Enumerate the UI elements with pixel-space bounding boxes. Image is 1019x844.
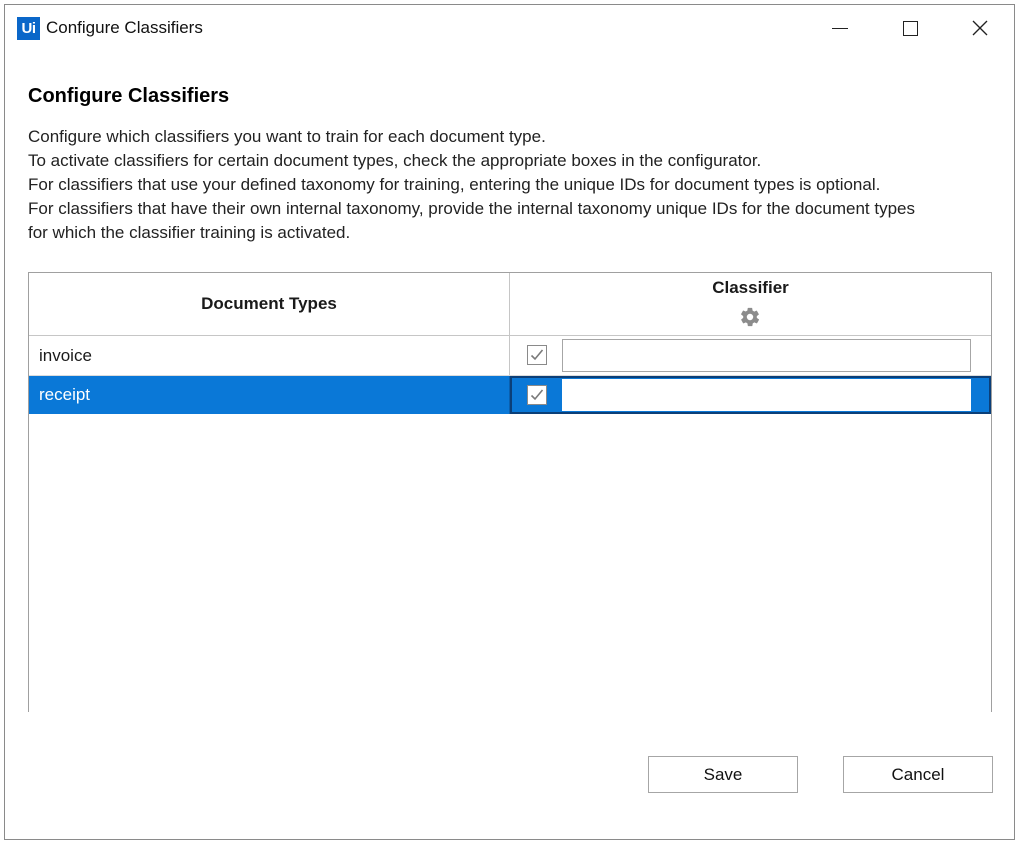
maximize-button[interactable] [875,5,945,51]
classifier-configurator-grid: Document Types Classifier invoice receip… [28,272,992,712]
classifier-checkbox[interactable] [527,385,547,405]
maximize-icon [902,20,918,36]
checkmark-icon [530,349,544,361]
document-type-cell[interactable]: invoice [29,336,510,375]
configure-classifiers-window: Ui Configure Classifiers Configure Class… [4,4,1015,840]
column-header-document-types[interactable]: Document Types [29,273,510,335]
description: Configure which classifiers you want to … [28,125,988,245]
checkmark-icon [530,389,544,401]
description-line: for which the classifier training is act… [28,223,351,242]
unique-id-input[interactable] [562,379,971,411]
table-row-selected[interactable]: receipt [29,376,991,414]
title-bar[interactable]: Ui Configure Classifiers [5,5,1014,51]
close-button[interactable] [945,5,1015,51]
classifier-checkbox[interactable] [527,345,547,365]
window-title: Configure Classifiers [46,18,203,37]
unique-id-input[interactable] [562,339,971,372]
close-icon [972,20,988,36]
description-line: For classifiers that use your defined ta… [28,175,881,194]
classifier-header-label: Classifier [712,278,789,297]
description-line: To activate classifiers for certain docu… [28,151,762,170]
save-button[interactable]: Save [648,756,798,793]
document-type-cell[interactable]: receipt [29,376,510,414]
description-line: Configure which classifiers you want to … [28,127,546,146]
table-row[interactable]: invoice [29,336,991,376]
grid-header: Document Types Classifier [29,273,991,336]
uipath-logo-icon: Ui [17,17,40,40]
gear-icon[interactable] [739,306,761,328]
description-line: For classifiers that have their own inte… [28,199,915,218]
cancel-button[interactable]: Cancel [843,756,993,793]
column-header-classifier[interactable]: Classifier [510,273,991,335]
classifier-cell [510,376,991,414]
page-title: Configure Classifiers [28,85,230,107]
minimize-button[interactable] [805,5,875,51]
classifier-cell [510,336,991,375]
minimize-icon [832,27,848,29]
